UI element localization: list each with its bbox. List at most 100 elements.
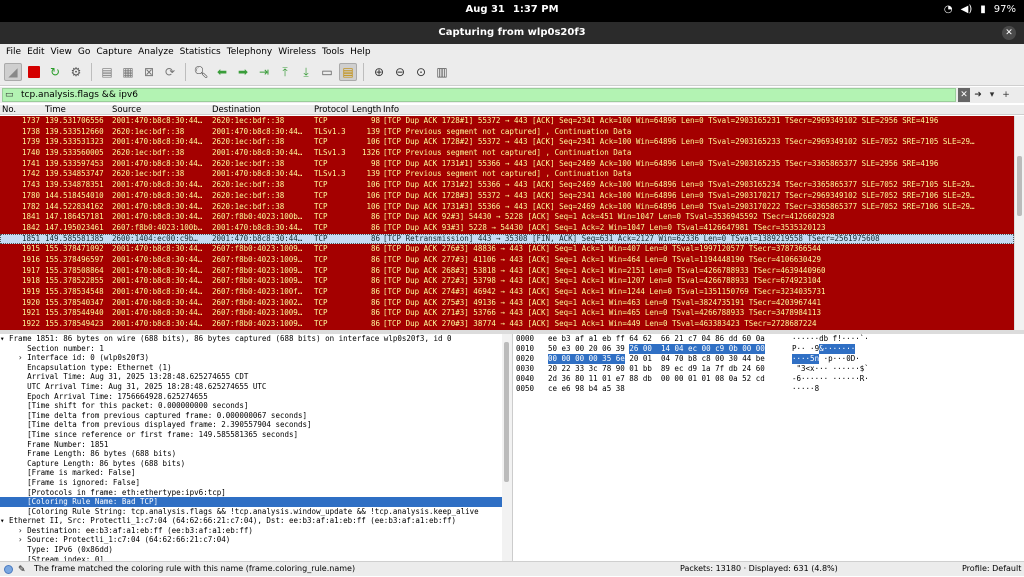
scrollbar-thumb[interactable]: [504, 342, 509, 482]
go-first-packet-icon[interactable]: ⤒: [276, 63, 294, 81]
menu-go[interactable]: Go: [75, 47, 93, 57]
menu-capture[interactable]: Capture: [93, 47, 135, 57]
apply-filter-icon[interactable]: ➜: [972, 88, 984, 102]
hex-line[interactable]: 002000 00 00 00 35 6e 20 01 04 70 b8 c8 …: [514, 354, 1024, 364]
packet-row[interactable]: 1922155.3785494232001:470:b8c8:30:44…260…: [0, 319, 1014, 330]
packet-row[interactable]: 1737139.5317065562001:470:b8c8:30:44…262…: [0, 116, 1014, 127]
packet-row[interactable]: 1916155.3784965972001:470:b8c8:30:44…260…: [0, 255, 1014, 266]
clear-filter-icon[interactable]: ✕: [958, 88, 970, 102]
detail-tree-item[interactable]: [Time since reference or first frame: 14…: [0, 430, 502, 440]
expert-info-icon[interactable]: [4, 565, 13, 574]
detail-tree-item[interactable]: Frame Number: 1851: [0, 440, 502, 450]
packet-row[interactable]: 1842147.1950234612607:f8b0:4023:100b…200…: [0, 223, 1014, 234]
packet-row[interactable]: 1740139.5335600052620:1ec:bdf::382001:47…: [0, 148, 1014, 159]
packet-row[interactable]: 1742139.5348537472620:1ec:bdf::382001:47…: [0, 169, 1014, 180]
bookmark-icon[interactable]: ▭: [5, 90, 17, 100]
packet-row[interactable]: 1741139.5335974532001:470:b8c8:30:44…262…: [0, 159, 1014, 170]
capture-options-icon[interactable]: ⚙: [67, 63, 85, 81]
detail-tree-item[interactable]: [Coloring Rule Name: Bad TCP]: [0, 497, 502, 507]
filter-dropdown-icon[interactable]: ▾: [986, 88, 998, 102]
hex-line[interactable]: 0000ee b3 af a1 eb ff 64 62 66 21 c7 04 …: [514, 334, 1024, 344]
hex-line[interactable]: 003020 22 33 3c 78 90 01 bb 89 ec d9 1a …: [514, 364, 1024, 374]
zoom-reset-icon[interactable]: ⊙: [412, 63, 430, 81]
detail-tree-item[interactable]: [Time delta from previous captured frame…: [0, 411, 502, 421]
display-filter-input[interactable]: ▭ tcp.analysis.flags && ipv6: [2, 88, 956, 102]
column-header-source[interactable]: Source: [112, 105, 141, 115]
detail-tree-item[interactable]: [Protocols in frame: eth:ethertype:ipv6:…: [0, 488, 502, 498]
start-capture-icon[interactable]: ◢: [4, 63, 22, 81]
detail-tree-item[interactable]: Section number: 1: [0, 344, 502, 354]
menu-help[interactable]: Help: [347, 47, 374, 57]
packet-row[interactable]: 1919155.3785345482001:470:b8c8:30:44…260…: [0, 287, 1014, 298]
hex-line[interactable]: 00402d 36 80 11 01 e7 88 db 00 00 01 01 …: [514, 374, 1024, 384]
packet-list-scrollbar[interactable]: [1014, 116, 1024, 330]
menu-view[interactable]: View: [48, 47, 75, 57]
menu-wireless[interactable]: Wireless: [275, 47, 319, 57]
system-clock[interactable]: Aug 311:37 PM: [0, 4, 1024, 15]
packet-row[interactable]: 1921155.3785449402001:470:b8c8:30:44…260…: [0, 308, 1014, 319]
packet-row[interactable]: 1917155.3785088642001:470:b8c8:30:44…260…: [0, 266, 1014, 277]
detail-tree-item[interactable]: ▾ Ethernet II, Src: Protectli_1:c7:04 (6…: [0, 516, 502, 526]
packet-row[interactable]: 1782144.5228341622001:470:b8c8:30:44…262…: [0, 202, 1014, 213]
column-header-destination[interactable]: Destination: [212, 105, 261, 115]
reload-file-icon[interactable]: ⟳: [161, 63, 179, 81]
column-header-info[interactable]: Info: [383, 105, 399, 115]
go-back-icon[interactable]: ⬅: [213, 63, 231, 81]
find-packet-icon[interactable]: 🔍︎: [192, 63, 210, 81]
packet-row[interactable]: 1739139.5335313232001:470:b8c8:30:44…262…: [0, 137, 1014, 148]
save-file-icon[interactable]: ▦: [119, 63, 137, 81]
detail-tree-item[interactable]: ▾ Frame 1851: 86 bytes on wire (688 bits…: [0, 334, 502, 344]
detail-tree-item[interactable]: › Interface id: 0 (wlp0s20f3): [0, 353, 502, 363]
stop-capture-icon[interactable]: [25, 63, 43, 81]
open-file-icon[interactable]: ▤: [98, 63, 116, 81]
scrollbar-thumb[interactable]: [1017, 156, 1022, 216]
hex-line[interactable]: 0050ce e6 98 b4 a5 38·····8: [514, 384, 1024, 394]
menu-tools[interactable]: Tools: [319, 47, 347, 57]
menu-statistics[interactable]: Statistics: [177, 47, 224, 57]
detail-tree-item[interactable]: [Frame is ignored: False]: [0, 478, 502, 488]
menu-telephony[interactable]: Telephony: [224, 47, 276, 57]
autoscroll-icon[interactable]: ▭: [318, 63, 336, 81]
column-header-no[interactable]: No.: [2, 105, 16, 115]
colorize-icon[interactable]: ▤: [339, 63, 357, 81]
hex-line[interactable]: 001050 e3 00 20 06 39 26 00 14 04 ec 00 …: [514, 344, 1024, 354]
close-file-icon[interactable]: ⊠: [140, 63, 158, 81]
restart-capture-icon[interactable]: ↻: [46, 63, 64, 81]
detail-tree-item[interactable]: [Coloring Rule String: tcp.analysis.flag…: [0, 507, 502, 517]
detail-tree-item[interactable]: Epoch Arrival Time: 1756664928.625274655: [0, 392, 502, 402]
detail-tree-item[interactable]: Frame Length: 86 bytes (688 bits): [0, 449, 502, 459]
column-header-time[interactable]: Time: [45, 105, 66, 115]
packet-row[interactable]: 1743139.5348783512001:470:b8c8:30:44…262…: [0, 180, 1014, 191]
detail-tree-item[interactable]: UTC Arrival Time: Aug 31, 2025 18:28:48.…: [0, 382, 502, 392]
detail-tree-item[interactable]: Capture Length: 86 bytes (688 bits): [0, 459, 502, 469]
packet-row[interactable]: 1738139.5335126602620:1ec:bdf::382001:47…: [0, 127, 1014, 138]
menu-file[interactable]: File: [0, 47, 24, 57]
zoom-out-icon[interactable]: ⊖: [391, 63, 409, 81]
go-forward-icon[interactable]: ➡: [234, 63, 252, 81]
profile-label[interactable]: Profile: Default: [962, 562, 1021, 576]
detail-tree-item[interactable]: [Time delta from previous displayed fram…: [0, 420, 502, 430]
system-tray[interactable]: ◔ ◀) ▮ 97%: [944, 4, 1016, 15]
packet-row[interactable]: 1918155.3785228552001:470:b8c8:30:44…260…: [0, 276, 1014, 287]
column-header-protocol[interactable]: Protocol: [314, 105, 348, 115]
packet-row[interactable]: 1915155.3784710922001:470:b8c8:30:44…260…: [0, 244, 1014, 255]
detail-tree-item[interactable]: Type: IPv6 (0x86dd): [0, 545, 502, 555]
add-filter-button-icon[interactable]: +: [1000, 88, 1012, 102]
go-last-packet-icon[interactable]: ⤓: [297, 63, 315, 81]
detail-tree-item[interactable]: Arrival Time: Aug 31, 2025 13:28:48.6252…: [0, 372, 502, 382]
detail-tree-item[interactable]: › Destination: ee:b3:af:a1:eb:ff (ee:b3:…: [0, 526, 502, 536]
edit-comment-icon[interactable]: ✎: [18, 563, 26, 577]
packet-row[interactable]: 1780144.5184540102001:470:b8c8:30:44…262…: [0, 191, 1014, 202]
detail-tree-item[interactable]: Encapsulation type: Ethernet (1): [0, 363, 502, 373]
zoom-in-icon[interactable]: ⊕: [370, 63, 388, 81]
details-scrollbar[interactable]: [502, 334, 512, 561]
detail-tree-item[interactable]: [Frame is marked: False]: [0, 468, 502, 478]
go-to-packet-icon[interactable]: ⇥: [255, 63, 273, 81]
menu-edit[interactable]: Edit: [24, 47, 47, 57]
detail-tree-item[interactable]: › Source: Protectli_1:c7:04 (64:62:66:21…: [0, 535, 502, 545]
packet-row[interactable]: 1851149.5855813852600:1404:ec00:c9b…2001…: [0, 234, 1014, 245]
column-header-length[interactable]: Length: [352, 105, 381, 115]
packet-row[interactable]: 1920155.3785403472001:470:b8c8:30:44…260…: [0, 298, 1014, 309]
close-icon[interactable]: ✕: [1002, 26, 1016, 40]
resize-columns-icon[interactable]: ▥: [433, 63, 451, 81]
